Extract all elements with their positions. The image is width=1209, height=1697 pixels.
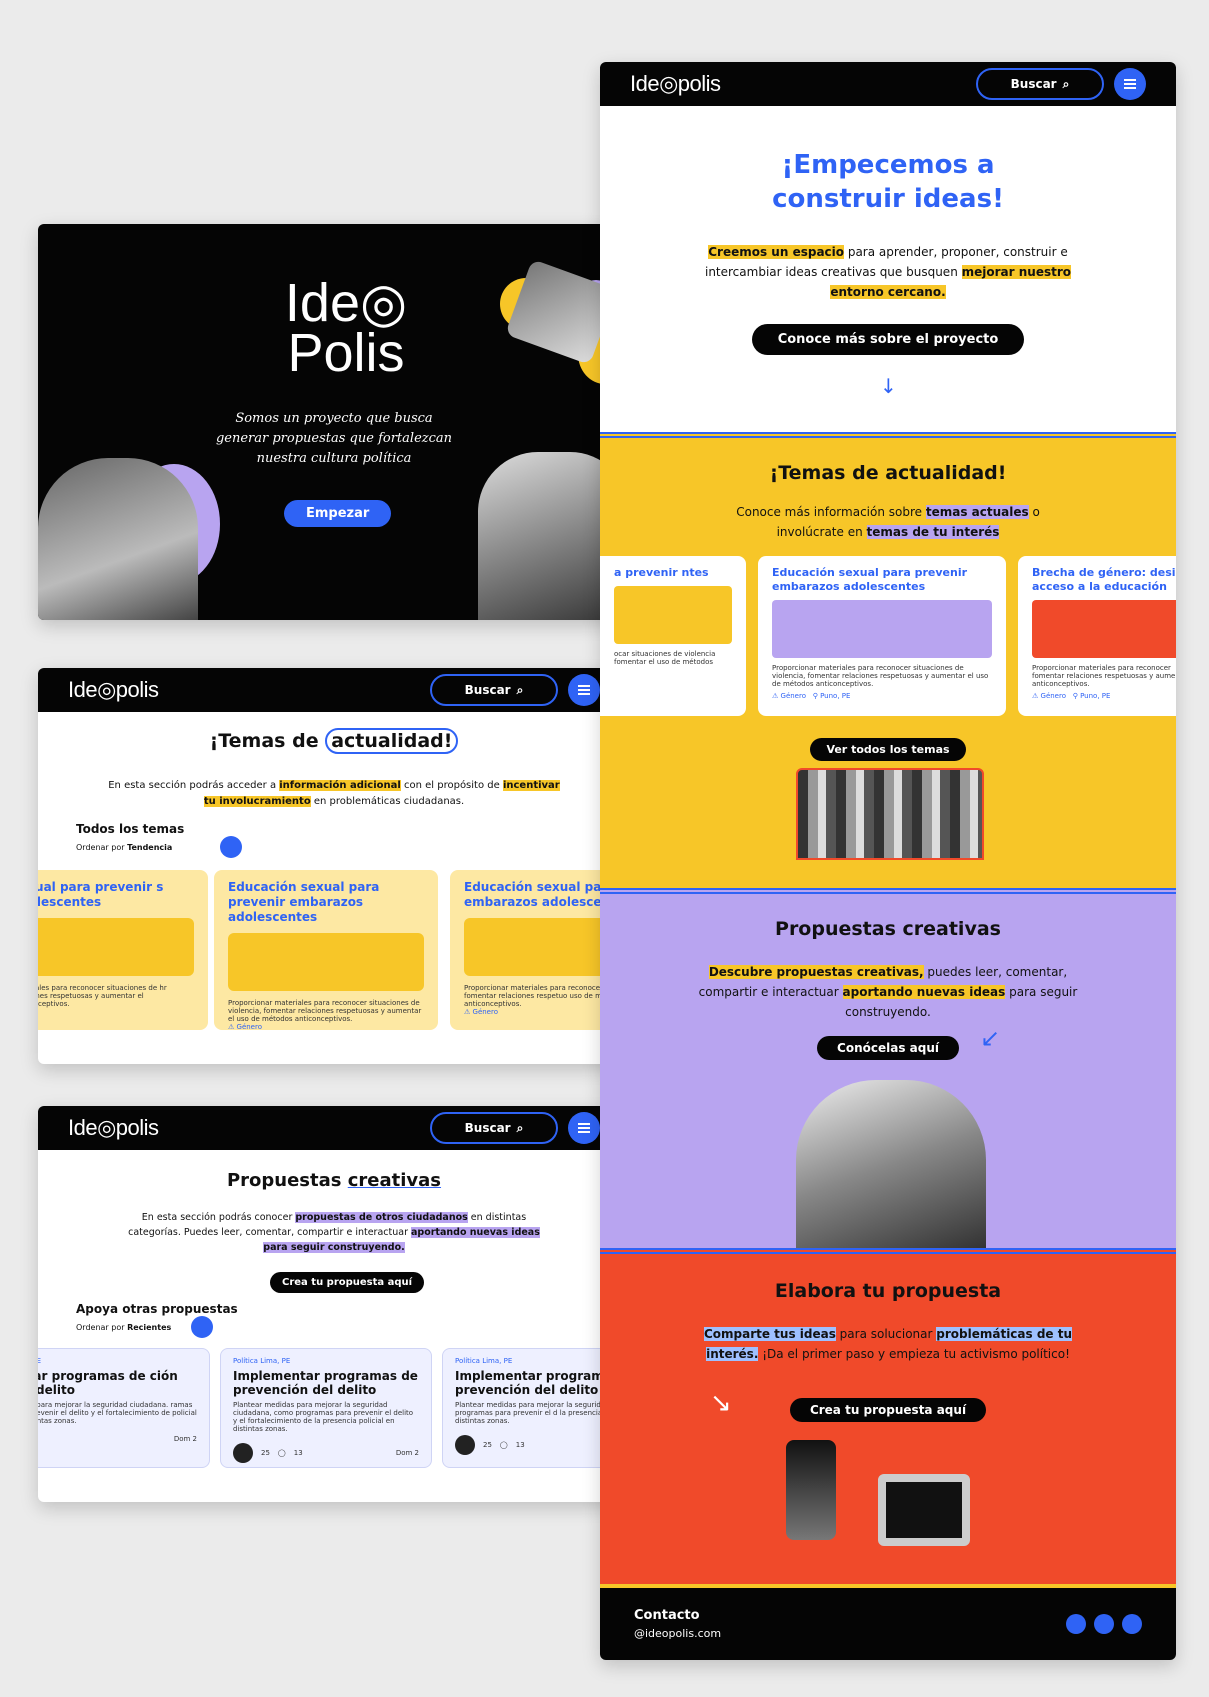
proposals-sub: Descubre propuestas creativas, puedes le…	[698, 965, 1078, 1019]
topic-card[interactable]: sexual para prevenir s adolescentes mate…	[38, 870, 208, 1030]
propuestas-intro: En esta sección podrás conocer propuesta…	[128, 1212, 540, 1253]
search-button[interactable]: Buscar ⌕	[430, 674, 558, 706]
footer-email[interactable]: @ideopolis.com	[634, 1627, 721, 1640]
logo[interactable]: Ide◎polis	[68, 677, 159, 703]
topics-section: ¡Temas de actualidad! Conoce más informa…	[600, 432, 1176, 888]
footer-contact-title: Contacto	[634, 1608, 700, 1623]
search-button[interactable]: Buscar ⌕	[430, 1112, 558, 1144]
create-proposal-button[interactable]: Crea tu propuesta aquí	[789, 1398, 987, 1422]
home-title: ¡Empecemos a construir ideas!	[772, 150, 1004, 214]
topic-card[interactable]: a prevenir ntes ocar situaciones de viol…	[600, 556, 746, 716]
topics-sub: Conoce más información sobre temas actua…	[736, 505, 1040, 539]
wave-divider	[600, 888, 1176, 894]
hand-phone-image	[786, 1440, 836, 1540]
top-nav: Ide◎polis Buscar ⌕	[600, 62, 1176, 106]
topic-card[interactable]: Brecha de género: desig el acceso a la e…	[1018, 556, 1176, 716]
topic-image	[38, 918, 194, 976]
search-icon: ⌕	[1062, 76, 1070, 91]
menu-button[interactable]	[1114, 68, 1146, 100]
menu-icon	[578, 1127, 590, 1129]
home-intro: Creemos un espacio para aprender, propon…	[704, 245, 1072, 299]
section-title: ¡Temas de actualidad!	[769, 462, 1007, 484]
avatar[interactable]	[233, 1443, 253, 1463]
search-button[interactable]: Buscar ⌕	[976, 68, 1104, 100]
section-heading: Todos los temas	[76, 822, 185, 836]
arrow-down-icon: ↓	[880, 374, 897, 398]
comment-icon[interactable]: ◯	[500, 1441, 508, 1449]
topic-image	[772, 600, 992, 658]
temas-intro: En esta sección podrás acceder a informa…	[108, 780, 560, 807]
elabora-section: Elabora tu propuesta Comparte tus ideas …	[600, 1248, 1176, 1584]
see-all-topics-button[interactable]: Ver todos los temas	[810, 738, 966, 761]
section-title: Propuestas creativas	[775, 918, 1001, 940]
footer: Contacto @ideopolis.com	[600, 1584, 1176, 1660]
location-icon: ⚲	[1072, 692, 1078, 700]
tag-icon: ⚠	[1032, 692, 1039, 700]
sort-icon[interactable]	[220, 836, 243, 858]
page-title: Propuestas creativas	[226, 1170, 442, 1191]
start-button[interactable]: Empezar	[284, 500, 392, 527]
instagram-icon[interactable]	[1066, 1614, 1086, 1634]
facebook-icon[interactable]	[1122, 1614, 1142, 1634]
section-title: Elabora tu propuesta	[774, 1280, 1002, 1302]
proposal-card[interactable]: Política Lima, PE Implementar programas …	[220, 1348, 432, 1468]
location-icon: ⚲	[812, 692, 818, 700]
menu-icon	[578, 689, 590, 691]
curved-arrow-icon: ↘	[710, 1388, 732, 1418]
section-heading: Apoya otras propuestas	[76, 1302, 238, 1316]
search-icon: ⌕	[516, 1120, 524, 1135]
menu-button[interactable]	[568, 674, 600, 706]
wave-divider	[600, 1248, 1176, 1254]
comment-icon[interactable]: ◯	[278, 1449, 286, 1457]
search-icon: ⌕	[516, 682, 524, 697]
wave-divider	[600, 432, 1176, 438]
logo[interactable]: Ide◎polis	[630, 71, 721, 97]
elabora-sub: Comparte tus ideas para solucionar probl…	[703, 1327, 1073, 1361]
topic-card[interactable]: Educación sexual para prevenir embarazos…	[214, 870, 438, 1031]
woman-megaphone-image	[796, 1080, 986, 1248]
top-nav: Ide◎polis Buscar ⌕	[38, 668, 630, 712]
twitter-icon[interactable]	[1094, 1614, 1114, 1634]
topic-image	[614, 586, 732, 644]
tag-icon: ⚠	[464, 1008, 471, 1016]
topic-image	[228, 933, 424, 991]
home-screen: Ide◎polis Buscar ⌕ ¡Empecemos a construir…	[600, 62, 1176, 1660]
menu-icon	[1124, 83, 1136, 85]
sort-icon[interactable]	[191, 1316, 214, 1338]
avatar[interactable]	[455, 1435, 475, 1455]
topic-image	[1032, 600, 1176, 658]
tag-icon: ⚠	[772, 692, 779, 700]
page-title: ¡Temas de actualidad!	[38, 728, 630, 754]
topic-card[interactable]: Educación sexual para prevenir embarazos…	[758, 556, 1006, 716]
curved-arrow-icon: ↙	[980, 1024, 1001, 1052]
hands-tablet-image	[878, 1474, 970, 1546]
top-nav: Ide◎polis Buscar ⌕	[38, 1106, 630, 1150]
proposals-section: Propuestas creativas Descubre propuestas…	[600, 888, 1176, 1248]
proposal-card[interactable]: Lima, PE entar programas de ción del del…	[38, 1348, 210, 1468]
logo[interactable]: Ide◎polis	[68, 1115, 159, 1141]
hero-logo: Ide◎ Polis	[284, 273, 408, 383]
create-proposal-button[interactable]: Crea tu propuesta aquí	[270, 1272, 425, 1293]
temas-screen: Ide◎polis Buscar ⌕ ¡Temas de actualidad! …	[38, 668, 630, 1064]
menu-button[interactable]	[568, 1112, 600, 1144]
learn-more-button[interactable]: Conoce más sobre el proyecto	[751, 324, 1025, 355]
woman-megaphone-image	[38, 458, 198, 620]
propuestas-screen: Ide◎polis Buscar ⌕ Propuestas creativas E…	[38, 1106, 630, 1502]
books-image	[796, 768, 984, 860]
see-proposals-button[interactable]: Conócelas aquí	[817, 1036, 959, 1060]
tag-icon: ⚠	[228, 1023, 235, 1031]
hero-screen: Ide◎ Polis Somos un proyecto que busca g…	[38, 224, 630, 620]
hero-tagline: Somos un proyecto que busca generar prop…	[215, 411, 453, 466]
